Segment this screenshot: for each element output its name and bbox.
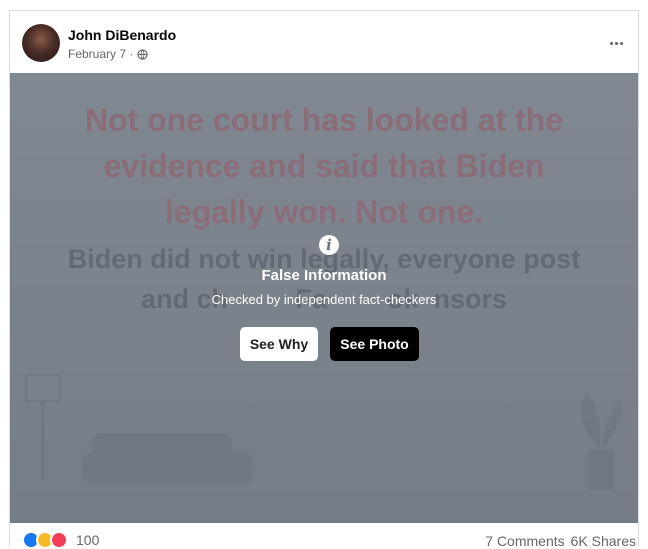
post-date[interactable]: February 7 · [68, 47, 133, 61]
info-icon: i [319, 235, 339, 255]
see-why-button[interactable]: See Why [240, 327, 318, 361]
warning-subtitle: Checked by independent fact-checkers [211, 292, 437, 307]
post-card: John DiBenardo February 7 · Not one cour… [9, 10, 639, 549]
dot-icon [614, 41, 618, 45]
false-info-overlay: i False Information Checked by independe… [10, 73, 638, 523]
more-options-button[interactable] [604, 33, 628, 53]
post-meta: February 7 · [68, 47, 149, 61]
globe-icon [137, 48, 149, 60]
reactions-summary[interactable]: 100 [22, 531, 99, 549]
engagement-stats: 7 Comments 6K Shares [485, 533, 636, 549]
photo-area[interactable]: Not one court has looked at the evidence… [10, 73, 638, 523]
post-footer: 100 7 Comments 6K Shares [10, 523, 638, 549]
see-photo-button[interactable]: See Photo [330, 327, 419, 361]
author-name[interactable]: John DiBenardo [68, 27, 176, 43]
warning-title: False Information [261, 267, 387, 284]
avatar[interactable] [22, 24, 60, 62]
comments-link[interactable]: 7 Comments [485, 533, 564, 549]
love-reaction-icon [50, 531, 68, 549]
shares-link[interactable]: 6K Shares [571, 533, 636, 549]
dot-icon [609, 41, 613, 45]
dot-icon [619, 41, 623, 45]
post-header: John DiBenardo February 7 · [10, 11, 638, 73]
